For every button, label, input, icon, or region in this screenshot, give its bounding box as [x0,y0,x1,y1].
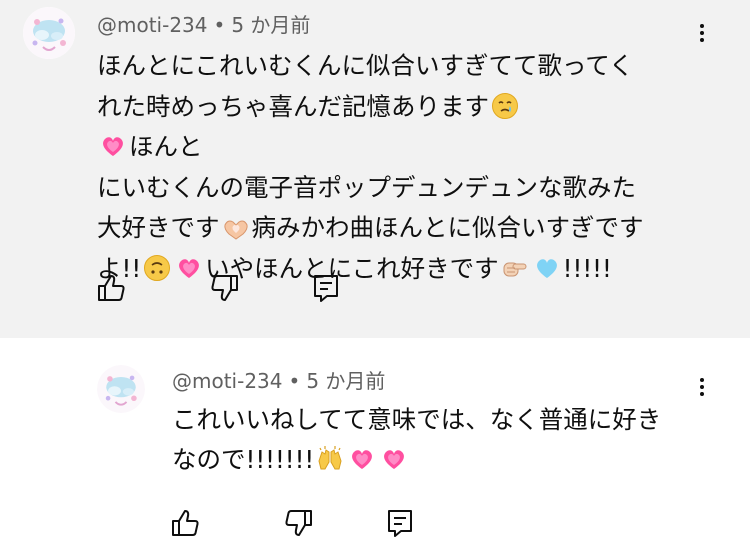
comment-text: ほんとにこれいむくんに似合いすぎてて歌ってく れた時めっちゃ喜んだ記憶あります … [97,46,737,289]
reply-comment-icon[interactable] [384,507,416,539]
comment-line-text: いやほんとにこれ好きです [205,253,499,283]
comment-timestamp[interactable]: 5 か月前 [306,369,385,393]
author-avatar[interactable] [23,7,75,59]
more-vertical-icon[interactable] [692,372,712,402]
thumbs-up-icon[interactable] [96,272,128,304]
growing-heart-emoji [99,132,127,160]
comment-line-text: 大好きです [97,213,220,242]
upside-down-face-emoji [143,254,171,282]
comment-thread-reply: @moti-234 • 5 か月前 これいいねしてて意味では、なく普通に好き なので… [0,338,750,560]
raising-hands-emoji [316,445,344,473]
comment-line: ほんと [97,127,737,168]
avatar-image [23,7,75,59]
comment-line-text: ほんと [129,132,203,161]
author-name[interactable]: @moti-234 [97,13,208,37]
comment-line-text: !!!!! [562,253,612,283]
comment-line-text: なので!!!!!!! [172,445,315,474]
comment-line: なので!!!!!!! [172,440,732,480]
crying-face-emoji [491,92,519,120]
comment-line: ほんとにこれいむくんに似合いすぎてて歌ってく [97,51,634,80]
comment-line-text: れた時めっちゃ喜んだ記憶あります [97,91,489,121]
heart-hands-emoji [222,213,250,241]
avatar-image [97,365,145,413]
comment-line: これいいねしてて意味では、なく普通に好き [172,405,662,434]
growing-heart-emoji [380,445,408,473]
comment-line: 大好きです 病みかわ曲ほんとに似合いすぎです [97,208,737,249]
comment-meta: @moti-234 • 5 か月前 [172,365,385,394]
comment-thread-main: @moti-234 • 5 か月前 ほんとにこれいむくんに似合いすぎてて歌ってく れ… [0,0,750,338]
thumbs-down-icon[interactable] [208,272,240,304]
author-name[interactable]: @moti-234 [172,369,283,393]
comment-meta: @moti-234 • 5 か月前 [97,9,310,38]
comment-line-text: 病みかわ曲ほんとに似合いすぎです [251,213,644,242]
reply-comment-icon[interactable] [310,272,342,304]
backhand-index-pointing-right-emoji [501,254,529,282]
author-avatar[interactable] [97,365,145,413]
light-blue-heart-emoji [533,254,561,282]
growing-heart-emoji [348,445,376,473]
thumbs-down-icon[interactable] [282,507,314,539]
comment-text: これいいねしてて意味では、なく普通に好き なので!!!!!!! [172,400,732,480]
comment-timestamp[interactable]: 5 か月前 [231,13,310,37]
meta-separator: • [288,369,301,393]
comment-line: よ!! いやほんとにこれ好きです!!!!! [97,249,737,290]
meta-separator: • [213,13,226,37]
growing-heart-emoji [175,254,203,282]
thumbs-up-icon[interactable] [170,507,202,539]
comment-line: れた時めっちゃ喜んだ記憶あります [97,87,737,128]
comment-line: にいむくんの電子音ポップデュンデュンな歌みた [97,172,636,202]
more-vertical-icon[interactable] [692,18,712,48]
